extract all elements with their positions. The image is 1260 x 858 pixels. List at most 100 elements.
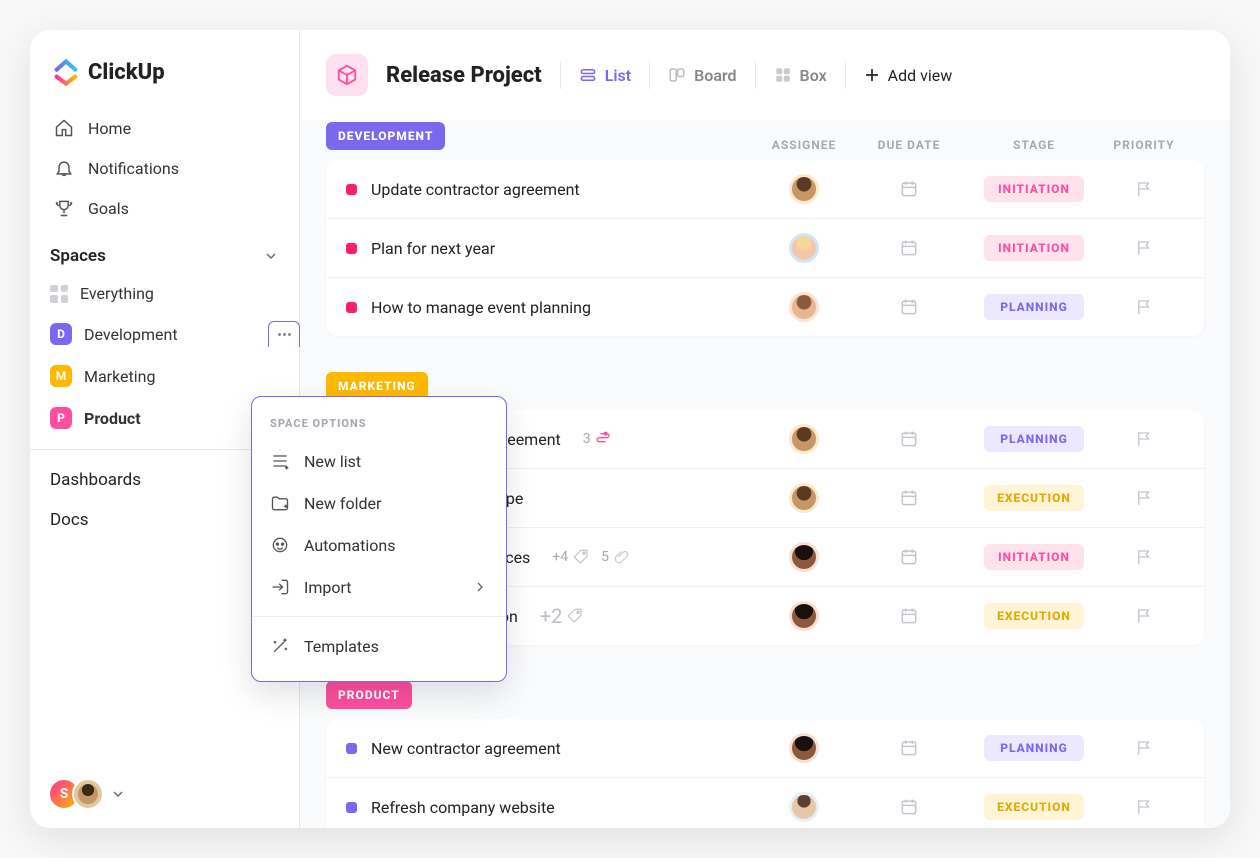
tab-box[interactable]: Box: [774, 66, 827, 85]
spaces-header-label: Spaces: [50, 246, 106, 266]
priority-cell[interactable]: [1104, 430, 1184, 448]
board-icon: [668, 66, 686, 84]
assignee-cell[interactable]: [754, 792, 854, 822]
calendar-icon[interactable]: [899, 238, 919, 258]
popup-item-label: Import: [304, 578, 352, 597]
due-date-cell[interactable]: [854, 606, 964, 626]
assignee-cell[interactable]: [754, 233, 854, 263]
stage-badge: EXECUTION: [984, 794, 1084, 820]
nav-home[interactable]: Home: [42, 108, 287, 148]
due-date-cell[interactable]: [854, 738, 964, 758]
flag-icon[interactable]: [1135, 548, 1153, 566]
due-date-cell[interactable]: [854, 238, 964, 258]
tab-list[interactable]: List: [579, 66, 631, 85]
task-row[interactable]: How to manage event planning PLANNING: [326, 278, 1204, 336]
task-row[interactable]: Plan for next year INITIATION: [326, 219, 1204, 278]
logo[interactable]: ClickUp: [30, 30, 299, 108]
priority-cell[interactable]: [1104, 239, 1184, 257]
task-row[interactable]: Update contractor agreement INITIATION: [326, 160, 1204, 219]
user-menu[interactable]: S: [30, 760, 299, 828]
calendar-icon[interactable]: [899, 797, 919, 817]
task-row[interactable]: Refresh company website EXECUTION: [326, 778, 1204, 828]
nav-goals[interactable]: Goals: [42, 188, 287, 228]
sidebar-item-everything[interactable]: Everything: [30, 274, 299, 313]
priority-cell[interactable]: [1104, 798, 1184, 816]
flag-icon[interactable]: [1135, 239, 1153, 257]
spaces-header[interactable]: Spaces: [30, 228, 299, 274]
calendar-icon[interactable]: [899, 606, 919, 626]
space-options-button[interactable]: [268, 321, 300, 347]
priority-cell[interactable]: [1104, 489, 1184, 507]
stage-cell[interactable]: PLANNING: [964, 294, 1104, 320]
stage-cell[interactable]: INITIATION: [964, 176, 1104, 202]
nav-docs-label: Docs: [50, 510, 89, 530]
status-square[interactable]: [346, 743, 357, 754]
priority-cell[interactable]: [1104, 607, 1184, 625]
flag-icon[interactable]: [1135, 180, 1153, 198]
assignee-cell[interactable]: [754, 542, 854, 572]
task-title-cell: Plan for next year: [346, 239, 754, 258]
sidebar-space-marketing[interactable]: M Marketing: [30, 355, 299, 397]
priority-cell[interactable]: [1104, 298, 1184, 316]
due-date-cell[interactable]: [854, 297, 964, 317]
stage-cell[interactable]: INITIATION: [964, 235, 1104, 261]
popup-item-import[interactable]: Import: [252, 566, 506, 608]
due-date-cell[interactable]: [854, 488, 964, 508]
nav-notifications[interactable]: Notifications: [42, 148, 287, 188]
task-row[interactable]: New contractor agreement PLANNING: [326, 719, 1204, 778]
chevron-down-icon: [263, 248, 279, 264]
sidebar-space-development[interactable]: D Development: [30, 313, 299, 355]
flag-icon[interactable]: [1135, 430, 1153, 448]
status-square[interactable]: [346, 802, 357, 813]
flag-icon[interactable]: [1135, 298, 1153, 316]
calendar-icon[interactable]: [899, 488, 919, 508]
assignee-cell[interactable]: [754, 483, 854, 513]
flag-icon[interactable]: [1135, 798, 1153, 816]
due-date-cell[interactable]: [854, 797, 964, 817]
flag-icon[interactable]: [1135, 607, 1153, 625]
calendar-icon[interactable]: [899, 429, 919, 449]
due-date-cell[interactable]: [854, 179, 964, 199]
status-square[interactable]: [346, 184, 357, 195]
status-square[interactable]: [346, 243, 357, 254]
calendar-icon[interactable]: [899, 738, 919, 758]
calendar-icon[interactable]: [899, 179, 919, 199]
popup-item-new-folder[interactable]: New folder: [252, 482, 506, 524]
group-pill[interactable]: DEVELOPMENT: [326, 122, 445, 150]
tab-board[interactable]: Board: [668, 66, 736, 85]
priority-cell[interactable]: [1104, 548, 1184, 566]
stage-cell[interactable]: EXECUTION: [964, 603, 1104, 629]
calendar-icon[interactable]: [899, 297, 919, 317]
popup-item-automations[interactable]: Automations: [252, 524, 506, 566]
stage-cell[interactable]: INITIATION: [964, 544, 1104, 570]
group-pill[interactable]: PRODUCT: [326, 681, 412, 709]
project-icon: [326, 54, 368, 96]
popup-item-templates[interactable]: Templates: [252, 625, 506, 667]
stage-badge: EXECUTION: [984, 603, 1084, 629]
separator: [845, 61, 846, 89]
due-date-cell[interactable]: [854, 429, 964, 449]
stage-cell[interactable]: EXECUTION: [964, 794, 1104, 820]
assignee-cell[interactable]: [754, 174, 854, 204]
add-view-button[interactable]: Add view: [864, 66, 953, 85]
nav-notifications-label: Notifications: [88, 159, 179, 178]
task-title: Refresh company website: [371, 798, 555, 817]
assignee-cell[interactable]: [754, 424, 854, 454]
flag-icon[interactable]: [1135, 489, 1153, 507]
priority-cell[interactable]: [1104, 739, 1184, 757]
calendar-icon[interactable]: [899, 547, 919, 567]
flag-icon[interactable]: [1135, 739, 1153, 757]
due-date-cell[interactable]: [854, 547, 964, 567]
assignee-cell[interactable]: [754, 292, 854, 322]
group-body: Update contractor agreement INITIATION P…: [326, 160, 1204, 336]
assignee-cell[interactable]: [754, 733, 854, 763]
popup-item-new-list[interactable]: New list: [252, 440, 506, 482]
stage-cell[interactable]: PLANNING: [964, 426, 1104, 452]
assignee-cell[interactable]: [754, 601, 854, 631]
stage-cell[interactable]: PLANNING: [964, 735, 1104, 761]
priority-cell[interactable]: [1104, 180, 1184, 198]
plus-icon: [864, 67, 880, 83]
avatar: [789, 424, 819, 454]
status-square[interactable]: [346, 302, 357, 313]
stage-cell[interactable]: EXECUTION: [964, 485, 1104, 511]
